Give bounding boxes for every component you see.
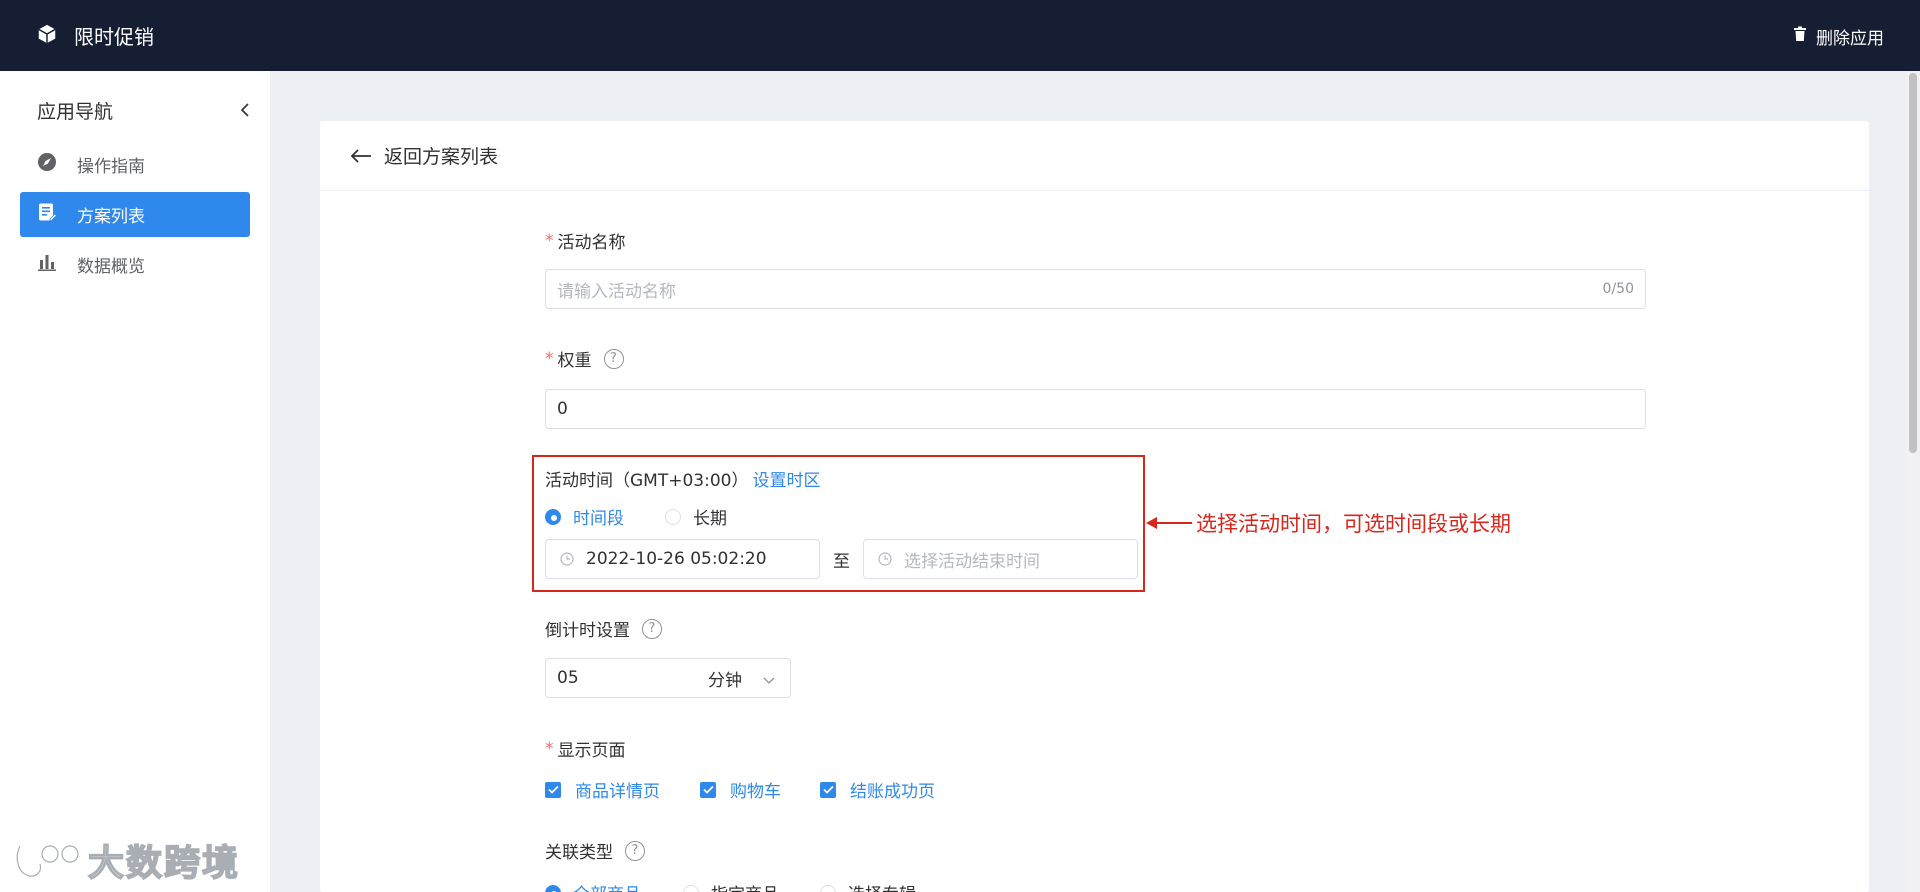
countdown-label-text: 倒计时设置 [545,621,630,641]
card-header: 返回方案列表 [320,121,1869,191]
radio-dot [545,884,561,892]
sidebar-item-label: 操作指南 [77,157,145,177]
sidebar-item-plans[interactable]: 方案列表 [20,192,250,237]
annotation-text: 选择活动时间，可选时间段或长期 [1196,512,1511,536]
countdown-select[interactable]: 05 分钟 [545,658,791,698]
display-pages-label-text: 显示页面 [557,741,626,761]
checkbox-label: 商品详情页 [575,782,660,802]
countdown-value: 05 [557,668,579,688]
radio-label: 指定商品 [711,880,779,892]
annotation-highlight-box [532,455,1145,592]
required-mark: * [545,738,554,759]
radio-dot [820,884,836,892]
chevron-down-icon [762,672,776,692]
document-icon [37,202,77,227]
bar-chart-icon [37,252,77,277]
brand: 限时促销 [36,21,154,50]
app-title: 限时促销 [74,25,154,49]
sidebar-item-guide[interactable]: 操作指南 [20,142,250,187]
sidebar-title: 应用导航 [37,100,114,123]
relation-type-label: 关联类型 ? [545,838,645,863]
sidebar-header: 应用导航 [37,95,252,125]
checkbox-label: 购物车 [730,782,781,802]
display-pages-label: * 显示页面 [545,736,626,762]
delete-app-button[interactable]: 删除应用 [1792,24,1884,49]
watermark: 大数跨境 [12,834,240,886]
checkbox-cart[interactable]: 购物车 [700,777,781,802]
annotation-arrow-icon [1146,517,1192,529]
checkbox-checkout-success[interactable]: 结账成功页 [820,777,935,802]
cube-icon [36,23,58,49]
countdown-unit: 分钟 [708,670,742,691]
radio-select-album[interactable]: 选择专辑 [820,880,916,892]
activity-name-input[interactable]: 请输入活动名称 0/50 [545,269,1646,309]
sidebar: 应用导航 操作指南 方案列表 数据概览 [0,71,270,892]
sidebar-item-label: 方案列表 [77,207,145,227]
radio-label: 全部商品 [573,880,641,892]
watermark-logo-icon [14,843,81,879]
activity-name-placeholder: 请输入活动名称 [557,281,676,302]
chevron-left-icon[interactable] [238,102,252,118]
trash-icon [1792,26,1816,47]
question-icon[interactable]: ? [625,840,645,861]
arrow-left-icon[interactable] [350,148,372,164]
top-bar: 限时促销 删除应用 [0,0,1920,71]
checkbox-product-detail[interactable]: 商品详情页 [545,777,660,802]
navigation-icon [37,152,77,177]
relation-type-label-text: 关联类型 [545,843,613,863]
weight-value: 0 [557,399,568,419]
delete-app-label: 删除应用 [1816,29,1884,49]
watermark-text: 大数跨境 [87,842,241,885]
check-icon [820,781,836,798]
sidebar-item-label: 数据概览 [77,257,145,277]
scrollbar-thumb[interactable] [1909,73,1917,453]
page-scrollbar[interactable] [1906,71,1920,892]
question-icon[interactable]: ? [642,618,662,639]
checkbox-label: 结账成功页 [850,782,935,802]
question-icon[interactable]: ? [603,348,624,369]
weight-label-text: 权重 [557,351,592,371]
countdown-label: 倒计时设置 ? [545,616,662,641]
radio-specified-products[interactable]: 指定商品 [683,880,779,892]
sidebar-item-overview[interactable]: 数据概览 [20,242,250,287]
required-mark: * [545,348,554,369]
char-counter: 0/50 [1602,281,1634,297]
required-mark: * [545,230,554,251]
radio-label: 选择专辑 [848,880,916,892]
check-icon [700,781,716,798]
weight-label: * 权重 ? [545,346,624,371]
radio-all-products[interactable]: 全部商品 [545,880,641,892]
back-to-list-link[interactable]: 返回方案列表 [384,142,498,169]
check-icon [545,781,561,798]
radio-dot [683,884,699,892]
weight-input[interactable]: 0 [545,389,1646,429]
activity-name-label-text: 活动名称 [557,233,626,253]
activity-name-label: * 活动名称 [545,228,626,254]
